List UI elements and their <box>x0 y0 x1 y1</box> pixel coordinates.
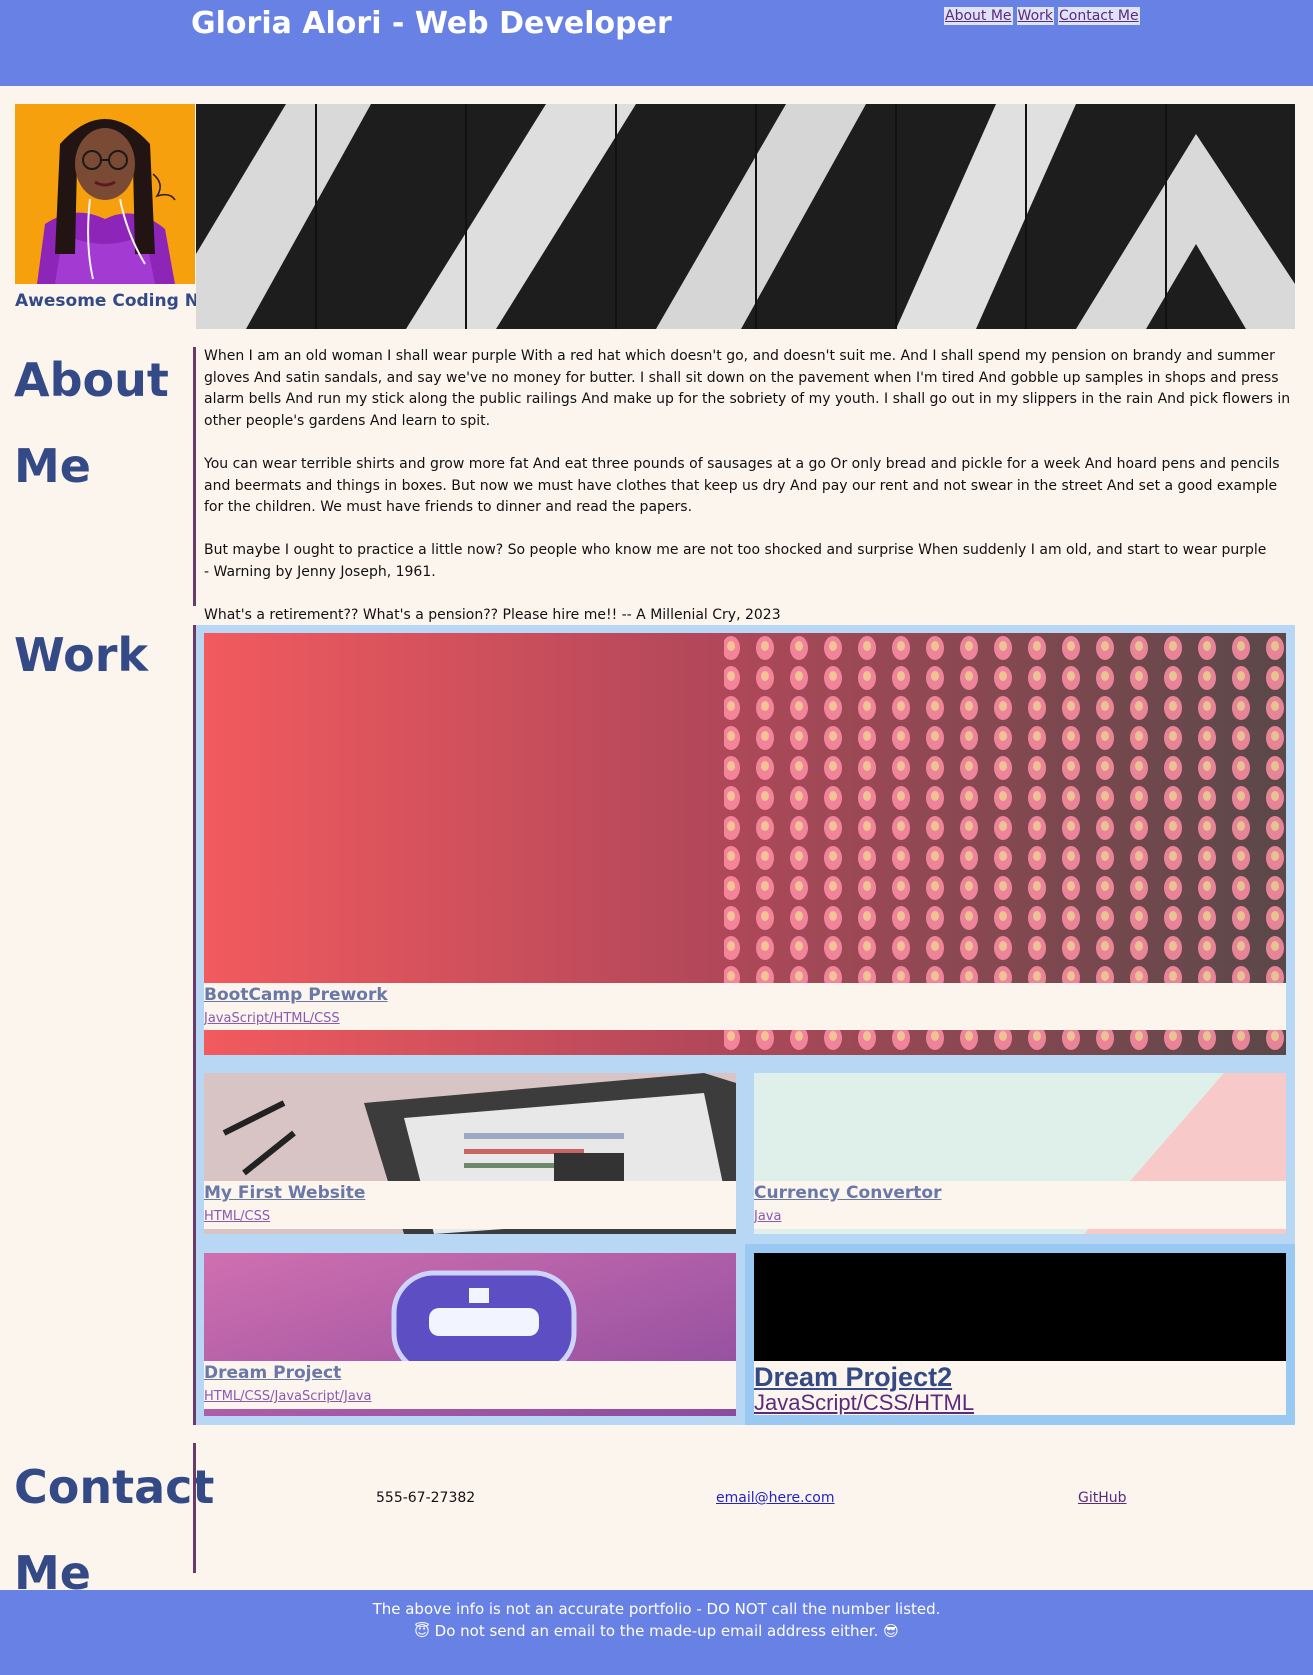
project-tech-link[interactable]: HTML/CSS <box>204 1209 736 1224</box>
project-tech-link[interactable]: Java <box>754 1209 1286 1224</box>
project-title-link[interactable]: Dream Project <box>204 1363 736 1383</box>
project-label: My First Website HTML/CSS <box>204 1181 736 1229</box>
project-card-bootcamp[interactable]: BootCamp Prework JavaScript/HTML/CSS <box>204 633 1286 1055</box>
project-card-first-website[interactable]: My First Website HTML/CSS <box>204 1073 736 1234</box>
about-heading: About Me <box>14 337 169 509</box>
avatar-portrait-image <box>15 104 195 284</box>
nav-link-about[interactable]: About Me <box>944 7 1013 25</box>
project-label: Dream Project HTML/CSS/JavaScript/Java <box>204 1361 736 1409</box>
contact-heading-line1: Contact <box>14 1460 215 1514</box>
footer-disclaimer-line1: The above info is not an accurate portfo… <box>372 1600 941 1618</box>
about-text: When I am an old woman I shall wear purp… <box>204 346 1294 648</box>
striped-wood-pattern <box>196 104 1295 329</box>
project-label: BootCamp Prework JavaScript/HTML/CSS <box>204 983 1286 1030</box>
about-attribution: - Warning by Jenny Joseph, 1961. <box>204 563 436 580</box>
project-label: Dream Project2 JavaScript/CSS/HTML <box>754 1361 1286 1415</box>
project-title-link[interactable]: BootCamp Prework <box>204 985 1286 1005</box>
project-card-dream-project2[interactable]: Dream Project2 JavaScript/CSS/HTML <box>745 1244 1295 1425</box>
about-paragraph: You can wear terrible shirts and grow mo… <box>204 455 1280 516</box>
about-paragraph: When I am an old woman I shall wear purp… <box>204 348 1291 429</box>
project-tech-link[interactable]: HTML/CSS/JavaScript/Java <box>204 1389 736 1404</box>
nav-link-work[interactable]: Work <box>1016 7 1054 25</box>
about-divider <box>193 347 196 606</box>
site-footer: The above info is not an accurate portfo… <box>0 1590 1313 1675</box>
contact-email-link[interactable]: email@here.com <box>716 1490 835 1506</box>
footer-disclaimer-line2: 😇 Do not send an email to the made-up em… <box>414 1622 899 1640</box>
about-paragraph: But maybe I ought to practice a little n… <box>204 542 1267 559</box>
avatar-illustration <box>15 104 195 284</box>
work-panel: BootCamp Prework JavaScript/HTML/CSS My … <box>196 625 1295 1425</box>
hero-banner-image <box>196 104 1295 329</box>
project-label: Currency Convertor Java <box>754 1181 1286 1229</box>
about-heading-line2: Me <box>14 439 91 493</box>
about-paragraph: What's a retirement?? What's a pension??… <box>204 607 781 624</box>
project-card-currency-convertor[interactable]: Currency Convertor Java <box>754 1073 1286 1234</box>
site-header: Gloria Alori - Web Developer About Me Wo… <box>0 0 1313 86</box>
project-title-link[interactable]: My First Website <box>204 1183 736 1203</box>
main-nav: About Me Work Contact Me <box>944 7 1140 25</box>
site-title: Gloria Alori - Web Developer <box>191 6 672 41</box>
contact-divider <box>193 1443 196 1573</box>
project-title-link[interactable]: Dream Project2 <box>754 1363 1286 1391</box>
project-tech-link[interactable]: JavaScript/CSS/HTML <box>754 1391 1286 1415</box>
nav-link-contact[interactable]: Contact Me <box>1058 7 1140 25</box>
work-heading: Work <box>14 628 148 682</box>
project-card-dream-project[interactable]: Dream Project HTML/CSS/JavaScript/Java <box>204 1253 736 1416</box>
contact-github-link[interactable]: GitHub <box>1078 1490 1127 1506</box>
project-tech-link[interactable]: JavaScript/HTML/CSS <box>204 1011 1286 1026</box>
project-title-link[interactable]: Currency Convertor <box>754 1183 1286 1203</box>
project-image-placeholder <box>754 1253 1286 1361</box>
contact-phone: 555-67-27382 <box>376 1490 476 1506</box>
about-heading-line1: About <box>14 353 169 407</box>
